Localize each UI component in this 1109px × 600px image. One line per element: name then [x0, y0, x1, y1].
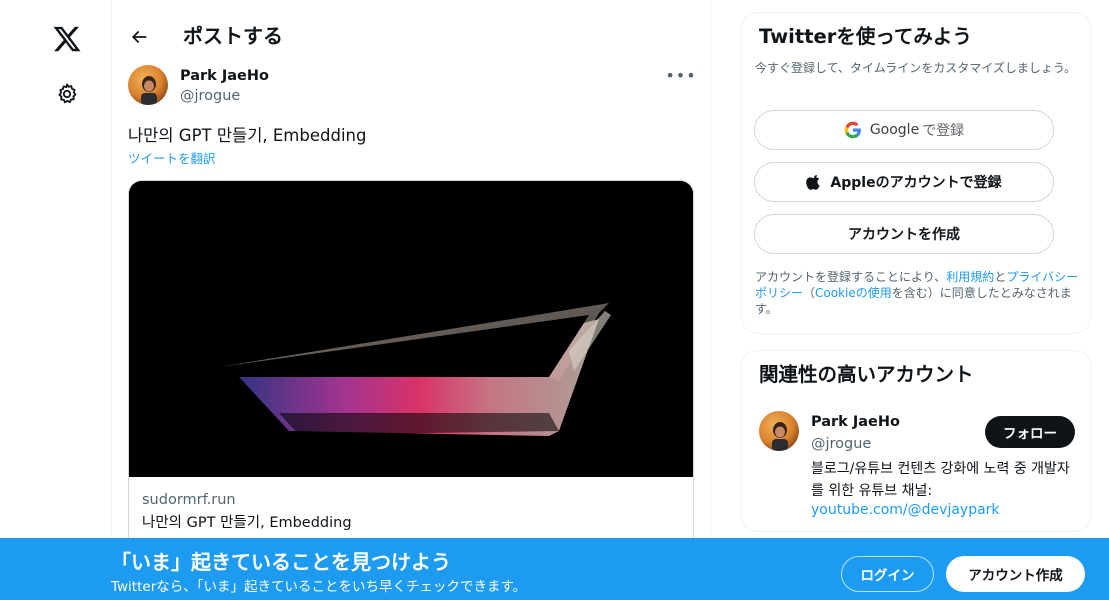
- gear-icon[interactable]: [53, 80, 81, 108]
- more-options-button[interactable]: •••: [665, 64, 697, 86]
- create-account-button[interactable]: アカウントを作成: [754, 214, 1054, 254]
- google-label: Google: [869, 122, 920, 138]
- terms-text: アカウントを登録することにより、利用規約とプライバシーポリシー（Cookieの使…: [755, 269, 1085, 317]
- follow-button[interactable]: フォロー: [985, 416, 1075, 448]
- signup-description: 今すぐ登録して、タイムラインをカスタマイズしましょう。: [755, 61, 1077, 75]
- card-title: 나만의 GPT 만들기, Embedding: [142, 515, 352, 531]
- banner-create-account-button[interactable]: アカウント作成: [946, 556, 1085, 592]
- terms-paren-open: （: [803, 286, 816, 300]
- avatar[interactable]: [128, 65, 168, 105]
- related-link[interactable]: youtube.com/@devjaypark: [811, 499, 1000, 521]
- back-button[interactable]: [124, 22, 154, 52]
- related-handle[interactable]: @jrogue: [811, 434, 871, 454]
- banner-subtitle: Twitterなら、「いま」起きていることをいち早くチェックできます。: [111, 579, 527, 595]
- main-column: ポストする Park JaeHo @jrogue ••• 나만의 GPT 만들기…: [112, 0, 711, 600]
- author-name[interactable]: Park JaeHo: [180, 66, 269, 86]
- signup-box: Twitterを使ってみよう 今すぐ登録して、タイムラインをカスタマイズしましょ…: [741, 12, 1091, 334]
- apple-label: Appleのアカウントで登録: [830, 175, 1002, 191]
- card-image: [129, 181, 693, 477]
- more-icon: •••: [665, 65, 697, 85]
- create-account-label: アカウントを作成: [848, 227, 960, 243]
- card-domain: sudormrf.run: [142, 492, 236, 508]
- main-header: ポストする: [112, 0, 710, 72]
- terms-and: と: [994, 270, 1007, 284]
- signup-title: Twitterを使ってみよう: [759, 25, 972, 48]
- translate-link[interactable]: ツイートを翻訳: [128, 150, 216, 168]
- page-title: ポストする: [183, 24, 283, 48]
- related-bio: 블로그/유튜브 컨텐츠 강화에 노력 중 개발자를 위한 유튜브 채널:: [811, 461, 1070, 499]
- google-suffix: で登録: [922, 123, 965, 139]
- avatar[interactable]: [759, 411, 799, 451]
- author-handle[interactable]: @jrogue: [180, 86, 240, 106]
- apple-signup-button[interactable]: Appleのアカウントで登録: [754, 162, 1054, 202]
- related-name[interactable]: Park JaeHo: [811, 412, 900, 432]
- bottom-banner: 「いま」起きていることを見つけよう Twitterなら、「いま」起きていることを…: [0, 538, 1109, 600]
- post-text: 나만의 GPT 만들기, Embedding: [128, 126, 367, 145]
- banner-title: 「いま」起きていることを見つけよう: [111, 550, 451, 574]
- login-button[interactable]: ログイン: [841, 556, 934, 592]
- left-nav: [0, 0, 112, 600]
- terms-prefix: アカウントを登録することにより、: [755, 270, 947, 284]
- link-card[interactable]: sudormrf.run 나만의 GPT 만들기, Embedding: [128, 180, 694, 600]
- arrow-left-icon: [132, 31, 147, 43]
- related-title: 関連性の高いアカウント: [759, 363, 974, 386]
- apple-icon: [806, 173, 822, 191]
- google-signup-button[interactable]: Google で登録: [754, 110, 1054, 150]
- google-icon: [844, 121, 862, 139]
- terms-link[interactable]: 利用規約: [946, 270, 994, 284]
- cookie-link[interactable]: Cookieの使用: [815, 286, 892, 300]
- related-accounts-box: 関連性の高いアカウント Park JaeHo @jrogue フォロー 블로그/…: [741, 350, 1091, 532]
- x-logo-icon[interactable]: [52, 24, 82, 54]
